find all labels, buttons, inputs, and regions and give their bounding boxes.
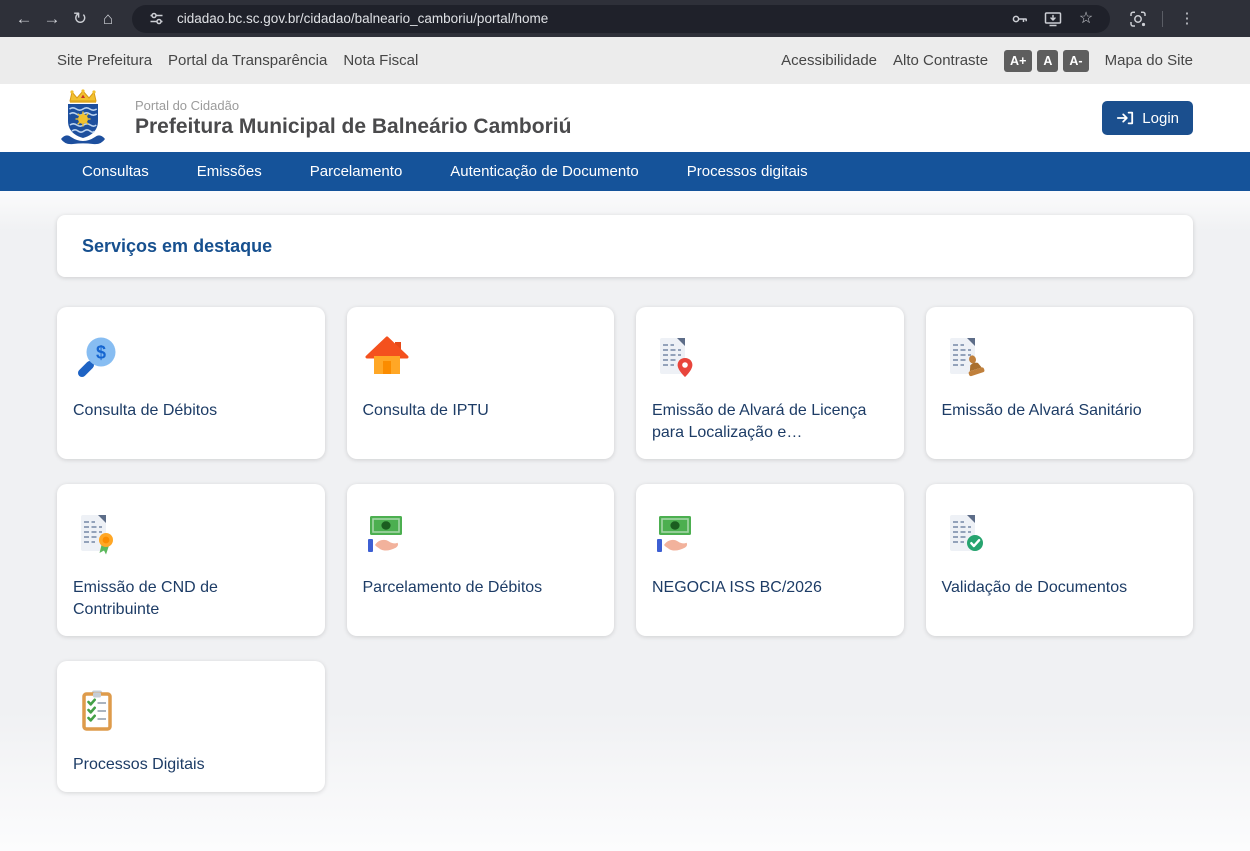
nav-item-consultas[interactable]: Consultas	[82, 163, 149, 180]
service-label: Validação de Documentos	[942, 577, 1157, 599]
service-card-negocia-iss[interactable]: NEGOCIA ISS BC/2026	[636, 484, 904, 636]
svg-text:$: $	[96, 343, 106, 363]
city-coat-of-arms-logo	[57, 89, 109, 147]
link-site-prefeitura[interactable]: Site Prefeitura	[57, 52, 152, 69]
search-money-icon: $	[73, 333, 121, 381]
nav-item-processos-digitais[interactable]: Processos digitais	[687, 163, 808, 180]
service-label: Consulta de Débitos	[73, 400, 288, 422]
nav-item-autenticacao-documento[interactable]: Autenticação de Documento	[450, 163, 638, 180]
back-icon[interactable]: ←	[10, 5, 38, 33]
document-stamp-icon	[942, 333, 990, 381]
service-label: Processos Digitais	[73, 754, 288, 776]
services-grid: $ Consulta de Débitos Consulta de IPTU	[57, 307, 1193, 792]
page-content: Serviços em destaque $ Consulta de Débit…	[0, 191, 1250, 851]
service-card-consulta-debitos[interactable]: $ Consulta de Débitos	[57, 307, 325, 459]
utility-bar: Site Prefeitura Portal da Transparência …	[0, 37, 1250, 84]
clipboard-checklist-icon	[73, 687, 121, 735]
link-portal-transparencia[interactable]: Portal da Transparência	[168, 52, 327, 69]
site-header: Portal do Cidadão Prefeitura Municipal d…	[0, 84, 1250, 152]
page-title: Prefeitura Municipal de Balneário Cambor…	[135, 115, 571, 139]
document-ribbon-icon	[73, 510, 121, 558]
utility-links-left: Site Prefeitura Portal da Transparência …	[57, 52, 418, 69]
passwords-key-icon[interactable]	[1008, 7, 1032, 31]
money-hand-icon	[652, 510, 700, 558]
house-icon	[363, 333, 411, 381]
url-text[interactable]: cidadao.bc.sc.gov.br/cidadao/balneario_c…	[177, 11, 999, 26]
service-label: Parcelamento de Débitos	[363, 577, 578, 599]
section-title: Serviços em destaque	[82, 236, 272, 257]
font-size-controls: A+ A A-	[1004, 50, 1089, 72]
login-label: Login	[1142, 110, 1179, 127]
document-location-icon	[652, 333, 700, 381]
link-nota-fiscal[interactable]: Nota Fiscal	[343, 52, 418, 69]
link-alto-contraste[interactable]: Alto Contraste	[893, 52, 988, 69]
font-increase-button[interactable]: A+	[1004, 50, 1032, 72]
service-card-parcelamento-debitos[interactable]: Parcelamento de Débitos	[347, 484, 615, 636]
service-label: Emissão de CND de Contribuinte	[73, 577, 288, 620]
document-check-icon	[942, 510, 990, 558]
featured-services-header: Serviços em destaque	[57, 215, 1193, 277]
address-bar[interactable]: cidadao.bc.sc.gov.br/cidadao/balneario_c…	[132, 5, 1110, 33]
service-card-cnd-contribuinte[interactable]: Emissão de CND de Contribuinte	[57, 484, 325, 636]
portal-label: Portal do Cidadão	[135, 98, 571, 113]
service-card-validacao-documentos[interactable]: Validação de Documentos	[926, 484, 1194, 636]
service-label: Consulta de IPTU	[363, 400, 578, 422]
font-decrease-button[interactable]: A-	[1063, 50, 1088, 72]
service-label: Emissão de Alvará de Licença para Locali…	[652, 400, 867, 443]
lens-icon[interactable]	[1124, 5, 1152, 33]
chrome-right-controls: ⋮	[1124, 5, 1201, 33]
browser-chrome: ← → ↻ ⌂ cidadao.bc.sc.gov.br/cidadao/bal…	[0, 0, 1250, 37]
reload-icon[interactable]: ↻	[66, 5, 94, 33]
money-hand-icon	[363, 510, 411, 558]
header-text-block: Portal do Cidadão Prefeitura Municipal d…	[135, 98, 571, 139]
forward-icon[interactable]: →	[38, 5, 66, 33]
toolbar-divider	[1162, 11, 1163, 27]
install-icon[interactable]	[1041, 7, 1065, 31]
font-normal-button[interactable]: A	[1037, 50, 1058, 72]
link-acessibilidade[interactable]: Acessibilidade	[781, 52, 877, 69]
menu-dots-icon[interactable]: ⋮	[1173, 5, 1201, 33]
site-settings-icon[interactable]	[144, 7, 168, 31]
service-card-alvara-licenca[interactable]: Emissão de Alvará de Licença para Locali…	[636, 307, 904, 459]
login-arrow-icon	[1116, 110, 1134, 126]
login-button[interactable]: Login	[1102, 101, 1193, 135]
link-mapa-do-site[interactable]: Mapa do Site	[1105, 52, 1193, 69]
nav-item-emissoes[interactable]: Emissões	[197, 163, 262, 180]
service-card-processos-digitais[interactable]: Processos Digitais	[57, 661, 325, 792]
service-card-alvara-sanitario[interactable]: Emissão de Alvará Sanitário	[926, 307, 1194, 459]
nav-item-parcelamento[interactable]: Parcelamento	[310, 163, 403, 180]
service-label: NEGOCIA ISS BC/2026	[652, 577, 867, 599]
utility-links-right: Acessibilidade Alto Contraste A+ A A- Ma…	[781, 50, 1193, 72]
service-card-consulta-iptu[interactable]: Consulta de IPTU	[347, 307, 615, 459]
bookmark-star-icon[interactable]: ☆	[1074, 7, 1098, 31]
home-icon[interactable]: ⌂	[94, 5, 122, 33]
main-nav: Consultas Emissões Parcelamento Autentic…	[0, 152, 1250, 191]
service-label: Emissão de Alvará Sanitário	[942, 400, 1157, 422]
